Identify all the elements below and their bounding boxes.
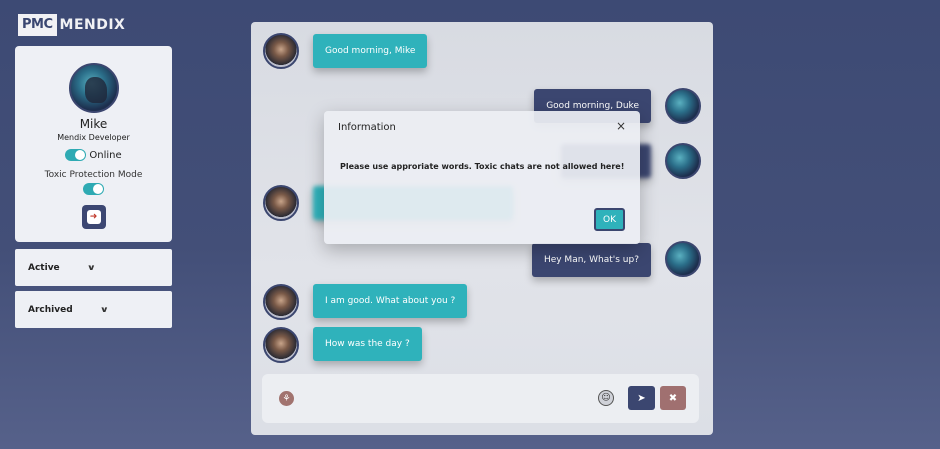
- message-row: I am good. What about you ?: [263, 284, 468, 320]
- archived-section-toggle[interactable]: Archived ∨: [15, 291, 172, 328]
- dialog-message: Please use approriate words. Toxic chats…: [340, 162, 625, 171]
- attach-icon[interactable]: ⚘: [279, 391, 294, 406]
- emoji-icon[interactable]: ☺: [598, 390, 614, 406]
- message-bubble: Hey Man, What's up?: [531, 243, 651, 277]
- avatar: [263, 185, 299, 221]
- toxic-protection-toggle[interactable]: [83, 183, 104, 195]
- profile-avatar: [68, 63, 119, 113]
- avatar: [263, 327, 299, 363]
- close-icon[interactable]: ×: [616, 119, 626, 133]
- logout-button[interactable]: ➜: [81, 205, 106, 229]
- avatar: [263, 33, 299, 69]
- trash-icon: ✖: [668, 392, 678, 404]
- message-bubble: I am good. What about you ?: [313, 284, 468, 318]
- active-section-label: Active: [28, 262, 60, 273]
- delete-button[interactable]: ✖: [660, 386, 686, 410]
- message-row: How was the day ?: [263, 327, 422, 363]
- online-toggle[interactable]: [65, 149, 87, 161]
- avatar: [665, 241, 701, 277]
- logo-pmc: PMC: [18, 14, 57, 36]
- avatar: [665, 143, 701, 179]
- chevron-down-icon: ∨: [99, 305, 109, 314]
- message-input[interactable]: [302, 384, 592, 413]
- online-status-label: Online: [89, 149, 122, 161]
- avatar: [263, 284, 299, 320]
- information-dialog: Information × Please use approriate word…: [324, 111, 640, 244]
- logout-arrow-icon: ➜: [86, 210, 101, 224]
- avatar: [665, 88, 701, 124]
- send-button[interactable]: ➤: [628, 386, 655, 410]
- message-bubble: Good morning, Mike: [313, 34, 428, 68]
- app-logo: PMC MENDIX: [18, 14, 125, 36]
- message-bubble: How was the day ?: [313, 327, 422, 361]
- logo-mendix: MENDIX: [59, 17, 126, 33]
- chevron-down-icon: ∨: [86, 263, 96, 272]
- toxic-protection-label: Toxic Protection Mode: [44, 170, 143, 180]
- active-section-toggle[interactable]: Active ∨: [15, 249, 172, 286]
- archived-section-label: Archived: [28, 304, 73, 315]
- online-status-row: Online: [15, 149, 172, 161]
- ok-button[interactable]: OK: [594, 208, 625, 231]
- profile-name: Mike: [79, 117, 108, 131]
- message-row: Hey Man, What's up?: [531, 241, 701, 277]
- profile-card: Mike Mendix Developer Online Toxic Prote…: [15, 46, 172, 242]
- message-composer: ⚘ ☺ ➤ ✖: [262, 374, 699, 423]
- message-row: Good morning, Mike: [263, 33, 428, 69]
- send-icon: ➤: [637, 392, 646, 404]
- dialog-title: Information: [338, 122, 396, 133]
- profile-role: Mendix Developer: [57, 133, 130, 142]
